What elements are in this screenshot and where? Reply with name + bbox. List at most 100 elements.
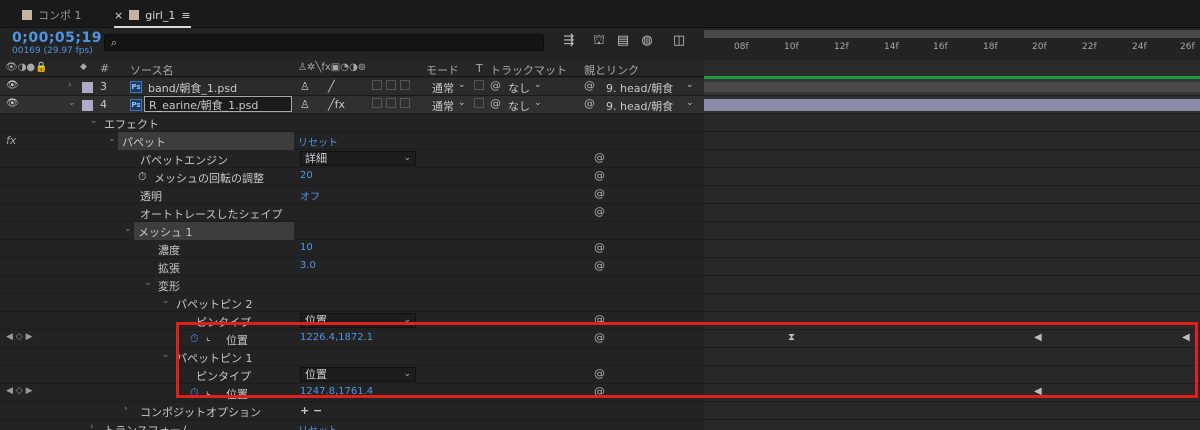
time-ruler[interactable]: 08f 10f 12f 14f 16f 18f 20f 22f 24f 26f — [704, 30, 1200, 60]
pin-type-dropdown[interactable]: 位置 ⌄ — [300, 367, 416, 382]
prop-row[interactable]: ⌄ 変形 — [0, 276, 704, 294]
transform-group[interactable]: トランスフォーム — [104, 422, 191, 430]
layer-bar-selected[interactable] — [704, 99, 1200, 111]
spiral-icon[interactable]: @ — [490, 97, 501, 110]
stopwatch-icon[interactable]: ⏱ — [138, 170, 147, 184]
mesh-group[interactable]: メッシュ 1 — [138, 224, 193, 240]
switch-box[interactable] — [386, 80, 396, 90]
keyframe-hourglass-icon[interactable]: ⧗ — [788, 332, 795, 343]
layer-bar[interactable] — [704, 82, 1200, 92]
current-timecode[interactable]: 0;00;05;19 — [12, 30, 102, 46]
composite-options[interactable]: コンポジットオプション — [140, 404, 261, 420]
mode-dropdown[interactable]: 通常 — [432, 80, 454, 96]
prop-row[interactable]: fx ⌄ パペット リセット — [0, 132, 704, 150]
graph-icon[interactable]: ⌞ — [206, 386, 211, 397]
chevron-down-icon[interactable]: ⌄ — [124, 224, 132, 234]
quality-icon[interactable]: ╱fx — [328, 98, 345, 111]
keyframe-icon[interactable]: ◀ — [1034, 332, 1042, 343]
spiral-icon[interactable]: @ — [490, 79, 501, 92]
keyframe-nav-icon[interactable]: ◀ ◇ ▶ — [6, 332, 33, 342]
mode-dropdown[interactable]: 通常 — [432, 98, 454, 114]
pickwhip-icon[interactable]: @ — [594, 187, 605, 200]
prop-row[interactable]: ⏱ メッシュの回転の調整 20 @ — [0, 168, 704, 186]
layer-timeline-track[interactable] — [704, 96, 1200, 114]
puppet-pin-1[interactable]: パペットピン 1 — [176, 350, 253, 366]
chevron-right-icon[interactable]: › — [90, 422, 94, 430]
chevron-down-icon[interactable]: ⌄ — [458, 98, 466, 108]
chevron-down-icon[interactable]: ⌄ — [458, 80, 466, 90]
puppet-effect[interactable]: パペット — [122, 134, 166, 150]
chevron-down-icon[interactable]: ⌄ — [68, 98, 76, 108]
track-matte-dropdown[interactable]: なし — [508, 80, 530, 96]
prop-row[interactable]: オートトレースしたシェイプ @ — [0, 204, 704, 222]
keyframe-icon[interactable]: ◀ — [1182, 332, 1190, 343]
label-color-swatch[interactable] — [82, 100, 93, 111]
tab-girl1[interactable]: × girl_1 ≡ — [114, 4, 191, 28]
pickwhip-icon[interactable]: @ — [594, 205, 605, 218]
pin2-position-value[interactable]: 1226.4,1872.1 — [300, 332, 373, 343]
chevron-down-icon[interactable]: ⌄ — [162, 296, 170, 306]
col-source-name[interactable]: ソース名 — [130, 62, 173, 78]
prop-row[interactable]: 透明 オフ @ — [0, 186, 704, 204]
prop-row[interactable]: ◀ ◇ ▶ ⏱ ⌞ 位置 1226.4,1872.1 @ — [0, 330, 704, 348]
prop-row[interactable]: ⌄ エフェクト — [0, 114, 704, 132]
shy-icon[interactable]: ♙ — [300, 98, 310, 111]
stopwatch-active-icon[interactable]: ⏱ — [190, 332, 199, 346]
chevron-down-icon[interactable]: ⌄ — [534, 80, 542, 90]
layer-row[interactable]: 👁 › 3 Ps band/朝食_1.psd ♙ ╱ 通常 ⌄ @ なし ⌄ @… — [0, 78, 704, 96]
keyframe-icon[interactable]: ◀ — [1034, 386, 1042, 397]
shy-icon[interactable]: ♙ — [300, 80, 310, 93]
layer-row-selected[interactable]: 👁 ⌄ 4 Ps R_earine/朝食_1.psd ♙ ╱fx 通常 ⌄ @ … — [0, 96, 704, 114]
search-input[interactable]: ⌕ — [104, 34, 544, 51]
chevron-down-icon[interactable]: ⌄ — [686, 98, 694, 108]
tab-comp1[interactable]: コンポ 1 — [22, 4, 82, 26]
chevron-down-icon[interactable]: ⌄ — [90, 116, 98, 126]
menu-icon[interactable]: ≡ — [181, 9, 190, 22]
prop-row[interactable]: パペットエンジン 詳細 ⌄ @ — [0, 150, 704, 168]
pickwhip-icon[interactable]: @ — [594, 151, 605, 164]
prop-value[interactable]: オフ — [300, 188, 320, 203]
pin1-position-value[interactable]: 1247.8,1761.4 — [300, 386, 373, 397]
chevron-down-icon[interactable]: ⌄ — [686, 80, 694, 90]
pickwhip-icon[interactable]: @ — [594, 313, 605, 326]
layer-name-field[interactable]: R_earine/朝食_1.psd — [144, 96, 292, 112]
prop-row[interactable]: ピンタイプ 位置 ⌄ @ — [0, 366, 704, 384]
prop-row[interactable]: ピンタイプ 位置 ⌄ @ — [0, 312, 704, 330]
motion-blur-icon[interactable]: ◍ — [638, 33, 656, 51]
close-icon[interactable]: × — [114, 9, 123, 22]
parent-dropdown[interactable]: 9. head/朝食 — [606, 80, 673, 96]
layer-name[interactable]: band/朝食_1.psd — [148, 80, 237, 96]
prop-row[interactable]: › コンポジットオプション + − — [0, 402, 704, 420]
switch-box[interactable] — [400, 80, 410, 90]
work-area-bar[interactable] — [704, 30, 1200, 38]
switch-box[interactable] — [372, 98, 382, 108]
eye-icon[interactable]: 👁 — [6, 98, 19, 109]
prop-row[interactable]: ◀ ◇ ▶ ⏱ ⌞ 位置 1247.8,1761.4 @ — [0, 384, 704, 402]
graph-icon[interactable]: ⌞ — [206, 332, 211, 343]
transform-reset-link[interactable]: リセット — [298, 422, 338, 430]
layer-timeline-track[interactable] — [704, 76, 1200, 96]
switch-box[interactable] — [400, 98, 410, 108]
pickwhip-icon[interactable]: @ — [594, 385, 605, 398]
preserve-transparency-box[interactable] — [474, 80, 484, 90]
chevron-right-icon[interactable]: › — [68, 80, 72, 90]
pickwhip-icon[interactable]: @ — [594, 331, 605, 344]
reset-link[interactable]: リセット — [298, 134, 338, 149]
comp-flowchart-icon[interactable]: ⇶ — [560, 33, 578, 51]
pin-type-dropdown[interactable]: 位置 ⌄ — [300, 313, 416, 328]
prop-value[interactable]: 20 — [300, 170, 313, 181]
switch-box[interactable] — [372, 80, 382, 90]
pickwhip-icon[interactable]: @ — [584, 79, 595, 92]
prop-row[interactable]: ⌄ パペットピン 2 — [0, 294, 704, 312]
prop-row[interactable]: › トランスフォーム リセット — [0, 420, 704, 430]
effects-group[interactable]: エフェクト — [104, 116, 159, 132]
stopwatch-active-icon[interactable]: ⏱ — [190, 386, 199, 400]
preserve-transparency-box[interactable] — [474, 98, 484, 108]
keyframe-nav-icon[interactable]: ◀ ◇ ▶ — [6, 386, 33, 396]
engine-dropdown[interactable]: 詳細 ⌄ — [300, 151, 416, 166]
chevron-down-icon[interactable]: ⌄ — [162, 350, 170, 360]
graph-editor-icon[interactable]: ◫ — [670, 33, 688, 51]
prop-value[interactable]: 3.0 — [300, 260, 316, 271]
fx-icon[interactable]: fx — [6, 134, 16, 147]
draft-3d-icon[interactable]: ⛫ — [590, 33, 608, 51]
